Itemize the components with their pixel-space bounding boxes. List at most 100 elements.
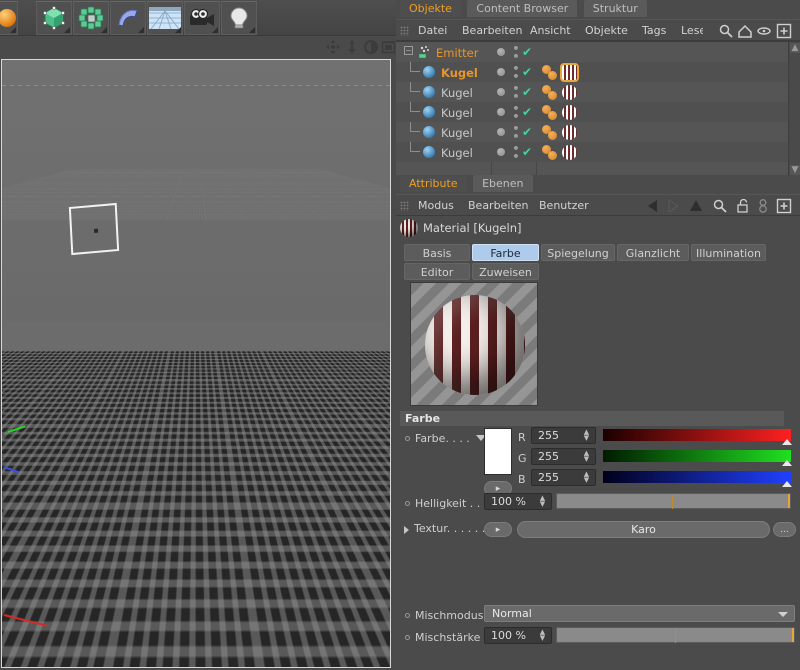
visibility-dot-upper[interactable]: [514, 66, 518, 70]
table-row[interactable]: Kugel ✔: [396, 122, 788, 142]
scroll-up-arrow-icon[interactable]: ▲: [790, 43, 800, 53]
viewport-3d[interactable]: [1, 59, 391, 668]
table-row[interactable]: Kugel ✔: [396, 142, 788, 162]
panel-grip-icon[interactable]: [400, 26, 409, 36]
visibility-dot-lower[interactable]: [514, 54, 518, 58]
enabled-check-icon[interactable]: ✔: [522, 145, 532, 159]
toolbar-button-camera[interactable]: [184, 1, 220, 35]
visibility-dot-editor[interactable]: [497, 48, 505, 56]
enabled-check-icon[interactable]: ✔: [522, 65, 532, 79]
visibility-dot-editor[interactable]: [497, 88, 505, 96]
material-thumbnail[interactable]: [562, 145, 577, 160]
texture-browse-button[interactable]: ...: [773, 522, 796, 537]
visibility-dot-upper[interactable]: [514, 46, 518, 50]
toolbar-button-cube[interactable]: [36, 1, 72, 35]
material-thumbnail[interactable]: [562, 105, 577, 120]
textur-expand-chevron-right-icon[interactable]: [404, 526, 409, 534]
menu-datei[interactable]: Datei: [418, 24, 447, 37]
enabled-check-icon[interactable]: ✔: [522, 85, 532, 99]
visibility-dot-lower[interactable]: [514, 94, 518, 98]
material-preview[interactable]: [410, 282, 538, 406]
back-arrow-icon[interactable]: [646, 198, 662, 214]
scroll-down-arrow-icon[interactable]: ▼: [790, 165, 800, 175]
tab-objekte[interactable]: Objekte: [400, 0, 461, 17]
visibility-dot-upper[interactable]: [514, 106, 518, 110]
toolbar-button-floor[interactable]: [147, 1, 183, 35]
menu-benutzer[interactable]: Benutzer: [539, 199, 589, 212]
color-swatch[interactable]: [484, 428, 512, 475]
toolbar-button-undo-redo[interactable]: [0, 1, 18, 35]
link-icon[interactable]: [755, 198, 771, 214]
table-row[interactable]: Kugel ✔: [396, 102, 788, 122]
slider-r[interactable]: [603, 429, 792, 445]
slider-g[interactable]: [603, 450, 792, 466]
table-row[interactable]: Kugel ✔: [396, 82, 788, 102]
toolbar-button-deformer[interactable]: [110, 1, 146, 35]
menu-tags[interactable]: Tags: [642, 24, 666, 37]
maximize-view-icon[interactable]: [381, 39, 397, 55]
visibility-dot-editor[interactable]: [497, 68, 505, 76]
menu-lesezeichen[interactable]: Lese: [681, 24, 703, 37]
table-row[interactable]: Kugel ✔: [396, 62, 788, 82]
visibility-dot-lower[interactable]: [514, 114, 518, 118]
panel-grip-icon[interactable]: [400, 201, 409, 211]
tab-zuweisen[interactable]: Zuweisen: [472, 263, 539, 280]
visibility-dot-upper[interactable]: [514, 126, 518, 130]
menu-bearbeiten[interactable]: Bearbeiten: [462, 24, 522, 37]
spinner-g[interactable]: ▲ ▼: [583, 450, 590, 463]
material-tag-dot-b[interactable]: [548, 111, 557, 120]
up-arrow-icon[interactable]: [688, 198, 704, 214]
material-thumbnail[interactable]: [562, 85, 577, 100]
visibility-dot-lower[interactable]: [514, 154, 518, 158]
tab-basis[interactable]: Basis: [404, 244, 470, 261]
search-icon[interactable]: [718, 23, 734, 39]
mischmodus-bullet-icon[interactable]: [405, 613, 410, 618]
material-tag-dot-b[interactable]: [548, 151, 557, 160]
spinner-helligkeit[interactable]: ▲ ▼: [539, 495, 546, 508]
visibility-dot-upper[interactable]: [514, 146, 518, 150]
eye-icon[interactable]: [756, 23, 772, 39]
object-tree[interactable]: Emitter ✔ Kugel ✔ Kugel ✔ Kugel ✔ Kugel …: [396, 42, 788, 176]
visibility-dot-editor[interactable]: [497, 148, 505, 156]
enabled-check-icon[interactable]: ✔: [522, 105, 532, 119]
helligkeit-bullet-icon[interactable]: [405, 501, 410, 506]
move-view-icon[interactable]: [325, 39, 341, 55]
slider-b[interactable]: [603, 471, 792, 487]
dolly-view-icon[interactable]: [344, 39, 360, 55]
tab-editor[interactable]: Editor: [404, 263, 470, 280]
tab-struktur[interactable]: Struktur: [583, 0, 647, 17]
visibility-dot-editor[interactable]: [497, 128, 505, 136]
field-textur[interactable]: Karo: [517, 521, 770, 538]
tab-farbe[interactable]: Farbe: [472, 244, 539, 261]
material-thumbnail[interactable]: [560, 63, 579, 82]
menu-bearbeiten[interactable]: Bearbeiten: [468, 199, 528, 212]
plus-box-icon[interactable]: [776, 23, 792, 39]
material-tag-dot-b[interactable]: [548, 91, 557, 100]
tab-content-browser[interactable]: Content Browser: [467, 0, 578, 17]
menu-ansicht[interactable]: Ansicht: [530, 24, 571, 37]
tab-glanzlicht[interactable]: Glanzlicht: [617, 244, 689, 261]
home-icon[interactable]: [737, 23, 753, 39]
spinner-r[interactable]: ▲ ▼: [583, 429, 590, 442]
spinner-b[interactable]: ▲ ▼: [583, 471, 590, 484]
rotate-view-icon[interactable]: [363, 39, 379, 55]
material-tag-dot-b[interactable]: [548, 131, 557, 140]
visibility-dot-editor[interactable]: [497, 108, 505, 116]
menu-objekte[interactable]: Objekte: [585, 24, 628, 37]
mischstaerke-bullet-icon[interactable]: [405, 635, 410, 640]
visibility-dot-upper[interactable]: [514, 86, 518, 90]
object-manager-scrollbar[interactable]: ▲ ▼: [788, 42, 800, 176]
field-mischmodus[interactable]: Normal: [484, 605, 795, 622]
material-thumbnail[interactable]: [562, 125, 577, 140]
tab-illumination[interactable]: Illumination: [691, 244, 766, 261]
table-row[interactable]: Emitter ✔: [396, 42, 788, 62]
tab-spiegelung[interactable]: Spiegelung: [541, 244, 615, 261]
menu-modus[interactable]: Modus: [418, 199, 454, 212]
visibility-dot-lower[interactable]: [514, 74, 518, 78]
tab-ebenen[interactable]: Ebenen: [473, 175, 533, 192]
slider-mischstaerke[interactable]: [556, 627, 795, 643]
unlock-icon[interactable]: [735, 198, 751, 214]
visibility-dot-lower[interactable]: [514, 134, 518, 138]
enabled-check-icon[interactable]: ✔: [522, 45, 532, 59]
plus-box-icon[interactable]: [776, 198, 792, 214]
